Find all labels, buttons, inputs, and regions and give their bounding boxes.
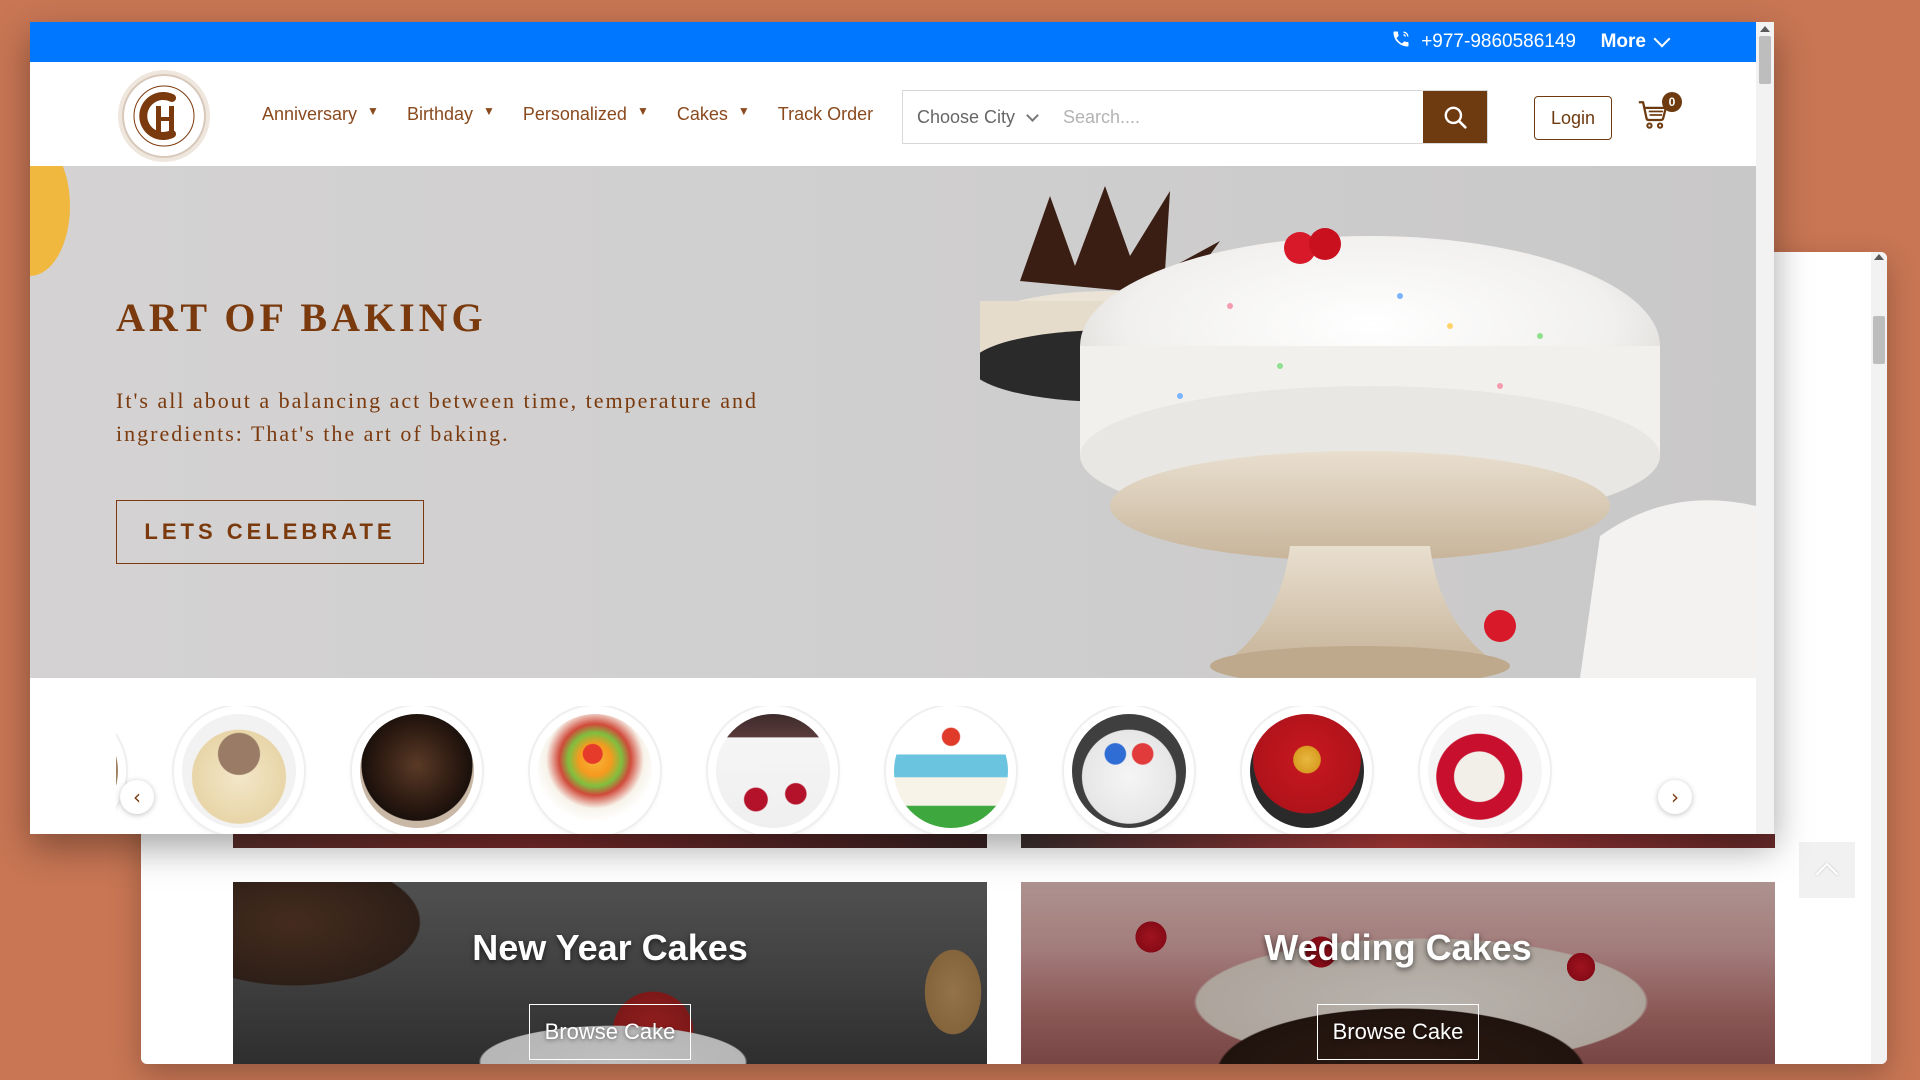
caret-down-icon: ▼: [367, 104, 379, 118]
top-contact-bar: +977-9860586149 More: [30, 22, 1756, 62]
search-input[interactable]: [1051, 91, 1419, 143]
chevron-up-icon: [1815, 862, 1839, 886]
menu-label[interactable]: Personalized: [523, 104, 627, 125]
more-label[interactable]: More: [1601, 31, 1646, 53]
menu-item-anniversary[interactable]: Anniversary ▼: [262, 104, 379, 125]
cart-count-badge: 0: [1662, 92, 1682, 112]
carousel-next-button[interactable]: ›: [1658, 780, 1692, 814]
chevron-down-icon: [1653, 30, 1671, 48]
chevron-down-icon: [1026, 108, 1039, 122]
hero-subtitle: It's all about a balancing act between t…: [116, 388, 758, 446]
lets-celebrate-button[interactable]: LETS CELEBRATE: [116, 500, 424, 564]
main-navigation: Anniversary ▼ Birthday ▼ Personalized ▼ …: [30, 62, 1756, 167]
site-logo[interactable]: [124, 76, 204, 156]
phone-contact[interactable]: +977-9860586149: [1391, 22, 1576, 62]
menu-item-personalized[interactable]: Personalized ▼: [523, 104, 649, 125]
browse-cake-button-new-year[interactable]: Browse Cake: [529, 1004, 691, 1060]
hero-title: ART OF BAKING: [116, 295, 487, 340]
carousel-item-image: [716, 714, 830, 828]
carousel-item-sneakers-theme-cake[interactable]: [1064, 706, 1194, 834]
search-icon: [1444, 106, 1467, 129]
chevron-right-icon: ›: [1671, 785, 1679, 809]
background-scroll-thumb[interactable]: [1873, 316, 1885, 364]
carousel-item-image: [1072, 714, 1186, 828]
menu-label[interactable]: Cakes: [677, 104, 728, 125]
carousel-item-chocolate-bouquet[interactable]: [1242, 706, 1372, 834]
menu-label[interactable]: Birthday: [407, 104, 473, 125]
foreground-browser-window: +977-9860586149 More Anniversary ▼ Birth…: [30, 22, 1774, 834]
carousel-item-fresh-fruit-cake[interactable]: [530, 706, 660, 834]
chevron-left-icon: ‹: [133, 785, 141, 809]
promo-card-new-year[interactable]: New Year Cakes Browse Cake: [233, 882, 987, 1064]
menu-label[interactable]: Anniversary: [262, 104, 357, 125]
browse-cake-button-wedding[interactable]: Browse Cake: [1317, 1004, 1479, 1060]
carousel-item-image: [182, 714, 296, 828]
phone-number[interactable]: +977-9860586149: [1421, 31, 1576, 53]
city-select[interactable]: Choose City: [903, 91, 1051, 143]
more-menu[interactable]: More: [1601, 22, 1671, 62]
hero-banner: ART OF BAKING It's all about a balancing…: [30, 166, 1756, 678]
page-scroll-thumb[interactable]: [1759, 36, 1771, 84]
category-carousel: ‹ ›: [30, 678, 1756, 834]
carousel-item-image: [538, 714, 652, 828]
hero-decor-shape: [30, 166, 70, 276]
cart-button[interactable]: 0: [1636, 92, 1682, 138]
carousel-item-image: [1250, 714, 1364, 828]
scroll-up-icon[interactable]: [1760, 26, 1770, 32]
login-button[interactable]: Login: [1534, 96, 1612, 140]
menu-label[interactable]: Track Order: [778, 104, 873, 125]
promo-card-wedding[interactable]: Wedding Cakes Browse Cake: [1021, 882, 1775, 1064]
carousel-item-chocolate-truffle-cake[interactable]: [352, 706, 482, 834]
carousel-item-image: [1428, 714, 1542, 828]
previous-promo-strip-left: [233, 834, 987, 848]
carousel-item-mario-theme-cake[interactable]: [886, 706, 1016, 834]
caret-down-icon: ▼: [737, 104, 750, 118]
category-menu: Anniversary ▼ Birthday ▼ Personalized ▼ …: [262, 62, 873, 166]
search-bar: Choose City: [902, 90, 1488, 144]
carousel-item-two-tier-floral-cake[interactable]: [708, 706, 838, 834]
previous-promo-strip-right: [1021, 834, 1775, 848]
back-to-top-button[interactable]: [1799, 842, 1855, 898]
caret-down-icon: ▼: [636, 104, 649, 118]
menu-item-birthday[interactable]: Birthday ▼: [407, 104, 495, 125]
carousel-item-image: [894, 714, 1008, 828]
page-scrollbar[interactable]: [1756, 22, 1774, 834]
promo-title-new-year: New Year Cakes: [472, 927, 748, 968]
phone-icon: [1391, 29, 1411, 55]
promo-title-wedding: Wedding Cakes: [1264, 927, 1532, 968]
carousel-item-heart-photo-cake[interactable]: [174, 706, 304, 834]
logo-mark-icon: [133, 85, 195, 147]
city-select-label[interactable]: Choose City: [917, 107, 1015, 128]
menu-item-cakes[interactable]: Cakes ▼: [677, 104, 750, 125]
carousel-item-heart-photo-mug[interactable]: [1420, 706, 1550, 834]
carousel-track: [116, 706, 1582, 834]
carousel-item-image: [116, 714, 118, 828]
hero-cake-image: [980, 186, 1756, 678]
caret-down-icon: ▼: [482, 104, 495, 118]
search-button[interactable]: [1423, 91, 1487, 143]
scroll-up-icon[interactable]: [1874, 254, 1884, 260]
background-scrollbar[interactable]: [1871, 252, 1887, 1064]
carousel-item-image: [360, 714, 474, 828]
carousel-item-partial[interactable]: [116, 706, 126, 834]
carousel-prev-button[interactable]: ‹: [120, 780, 154, 814]
menu-item-track-order[interactable]: Track Order: [778, 104, 873, 125]
